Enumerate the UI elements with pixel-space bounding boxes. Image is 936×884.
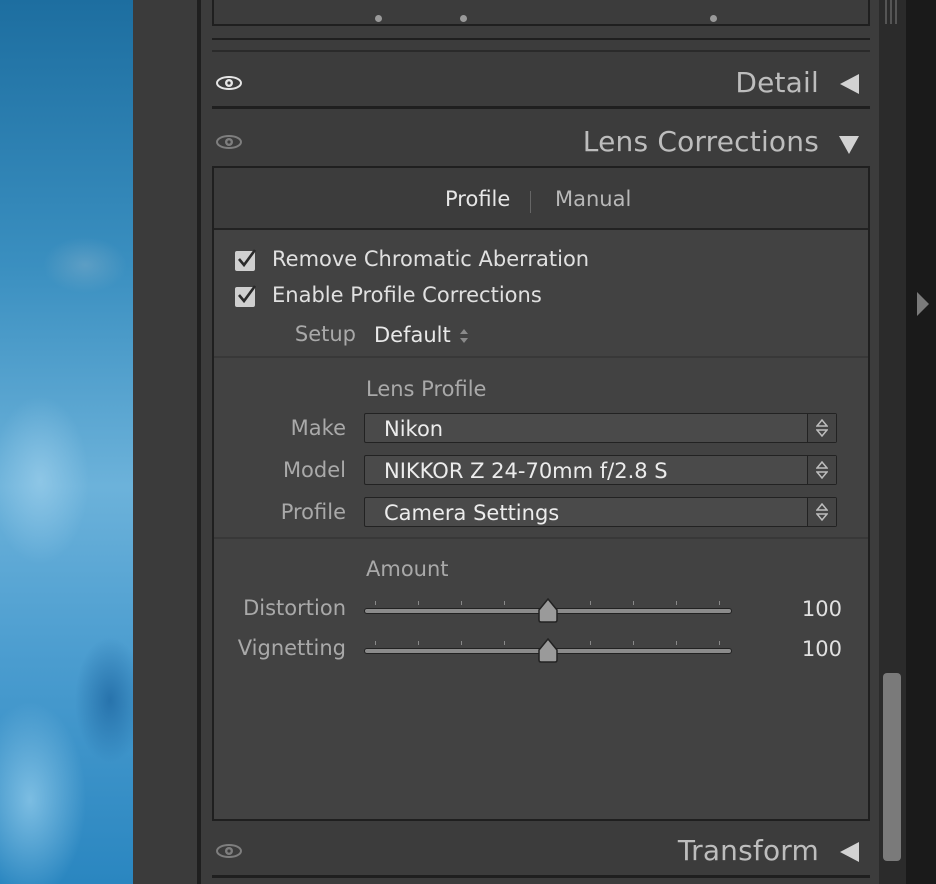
scrollbar-thumb[interactable] [883,673,901,861]
updown-arrows-icon[interactable] [459,328,469,344]
slider-tick [504,601,505,605]
slider-tick [504,641,505,645]
triangle-left-icon[interactable] [840,74,859,94]
lens-corrections-title: Lens Corrections [582,125,819,158]
tab-separator [530,191,531,213]
amount-title: Amount [366,557,449,581]
model-value: NIKKOR Z 24-70mm f/2.8 S [384,459,668,483]
slider-tick [418,601,419,605]
panel-collapse-arrow-icon[interactable] [917,292,929,316]
distortion-label: Distortion [243,596,346,620]
updown-arrows-icon [816,503,828,521]
enable-profile-corrections-label[interactable]: Enable Profile Corrections [272,283,542,307]
tab-manual[interactable]: Manual [555,187,631,211]
slider-tick [375,601,376,605]
section-divider [212,106,870,109]
eye-icon[interactable] [216,76,242,90]
vignetting-value[interactable]: 100 [790,637,842,661]
slider-tick [590,641,591,645]
distortion-slider-thumb[interactable] [537,598,559,624]
slider-tick [461,601,462,605]
make-value: Nikon [384,417,444,441]
slider-tick [461,641,462,645]
setup-label: Setup [294,322,356,346]
group-divider [214,356,868,358]
vignetting-label: Vignetting [237,636,346,660]
section-divider [212,38,870,40]
slider-tick [590,601,591,605]
updown-arrows-icon [816,461,828,479]
remove-chromatic-aberration-label[interactable]: Remove Chromatic Aberration [272,247,589,271]
model-select[interactable]: NIKKOR Z 24-70mm f/2.8 S [364,455,837,485]
eye-icon[interactable] [216,844,242,858]
slider-tick [633,641,634,645]
make-label: Make [290,416,346,440]
triangle-down-icon[interactable] [839,136,859,154]
slider-tick [375,641,376,645]
group-divider [214,537,868,539]
lens-profile-title: Lens Profile [366,377,487,401]
remove-chromatic-aberration-checkbox[interactable] [235,249,257,271]
checkmark-icon [238,249,257,268]
checkmark-icon [238,285,257,304]
slider-tick [719,641,720,645]
distortion-value[interactable]: 100 [790,597,842,621]
tone-curve-section-bottom [212,0,870,26]
slider-tick [633,601,634,605]
setup-value[interactable]: Default [374,323,451,347]
scrollbar-grip [885,0,901,24]
slider-tick [676,601,677,605]
make-select[interactable]: Nikon [364,413,837,443]
slider-tick [676,641,677,645]
lens-corrections-header[interactable]: Lens Corrections [201,115,879,169]
vignetting-slider-thumb[interactable] [537,638,559,664]
enable-profile-corrections-checkbox[interactable] [235,285,257,307]
profile-value: Camera Settings [384,501,560,525]
panel-gutter [133,0,197,884]
profile-label: Profile [280,500,346,524]
section-divider [212,50,870,52]
transform-header[interactable]: Transform [201,824,879,878]
updown-arrows-icon [816,419,828,437]
panel-collapse-strip[interactable] [906,0,936,884]
triangle-left-icon[interactable] [840,842,859,862]
slider-tick [418,641,419,645]
model-stepper[interactable] [807,456,836,484]
detail-title: Detail [735,66,819,99]
profile-stepper[interactable] [807,498,836,526]
transform-title: Transform [677,834,819,867]
slider-tick [719,601,720,605]
detail-header[interactable]: Detail [201,56,879,110]
profile-select[interactable]: Camera Settings [364,497,837,527]
model-label: Model [282,458,346,482]
eye-icon[interactable] [216,135,242,149]
tab-profile[interactable]: Profile [445,187,510,211]
section-divider [212,875,870,878]
make-stepper[interactable] [807,414,836,442]
photo-preview [0,0,133,884]
tabs-bar [214,168,868,230]
